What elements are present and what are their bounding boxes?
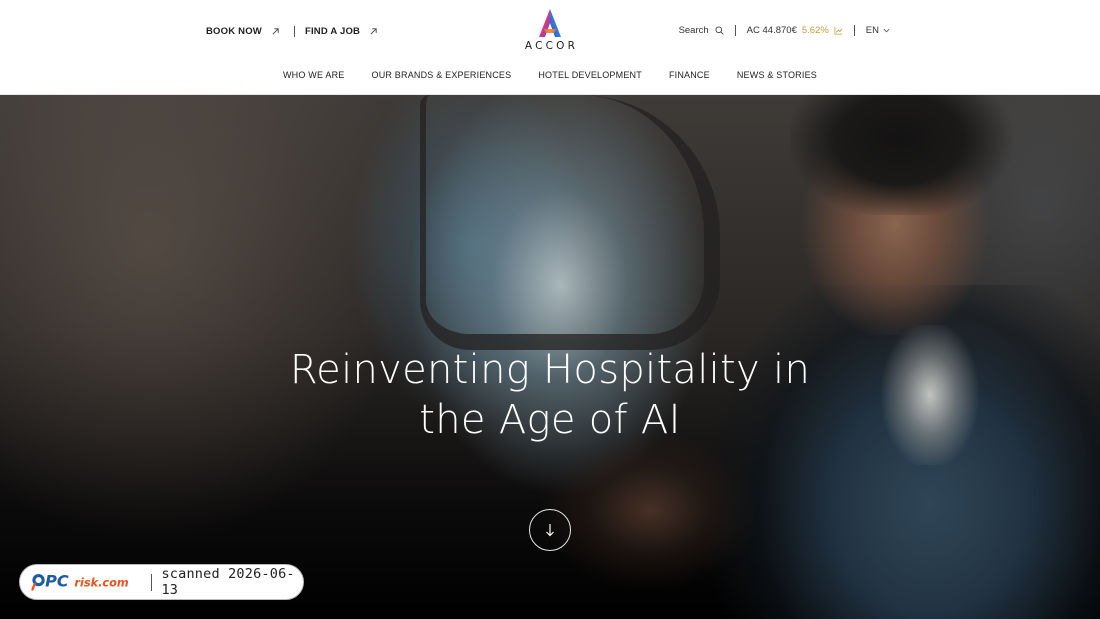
utility-links-right: Search AC 44.870€ 5.62% EN — [679, 25, 890, 36]
find-a-job-label: FIND A JOB — [304, 26, 361, 37]
search-button[interactable]: Search — [679, 25, 724, 36]
book-now-link[interactable]: BOOK NOW — [206, 26, 280, 37]
stock-change: 5.62% — [801, 25, 829, 36]
logo-wordmark: ACCOR — [524, 40, 579, 52]
hero-section: Reinventing Hospitality in the Age of AI — [0, 95, 1100, 619]
nav-item-who-we-are[interactable]: WHO WE ARE — [283, 70, 345, 84]
find-a-job-link[interactable]: FIND A JOB — [305, 26, 378, 37]
utility-links-left: BOOK NOW FIND A JOB — [206, 26, 378, 37]
hero-title: Reinventing Hospitality in the Age of AI — [0, 345, 1100, 445]
chevron-down-icon — [883, 28, 890, 33]
divider — [150, 573, 152, 591]
stock-price: AC 44.870€ — [746, 25, 797, 36]
nav-item-news-stories[interactable]: NEWS & STORIES — [737, 70, 817, 84]
hero-title-line-1: Reinventing Hospitality in — [289, 347, 811, 393]
svg-text:PC: PC — [45, 572, 69, 591]
chart-icon — [834, 26, 843, 35]
language-selector[interactable]: EN — [866, 25, 890, 36]
site-header: BOOK NOW FIND A JOB ACCOR Search AC 44.8… — [0, 0, 1100, 95]
divider — [734, 25, 736, 36]
accor-logo[interactable]: ACCOR — [520, 8, 580, 56]
nav-item-finance[interactable]: FINANCE — [669, 70, 710, 84]
nav-item-brands-experiences[interactable]: OUR BRANDS & EXPERIENCES — [372, 70, 512, 84]
scanned-date: scanned 2026-06-13 — [161, 566, 295, 598]
watermark-badge: PC risk.com scanned 2026-06-13 — [19, 564, 304, 600]
nav-item-hotel-development[interactable]: HOTEL DEVELOPMENT — [538, 70, 642, 84]
accor-logo-mark — [539, 9, 561, 37]
hero-title-line-2: the Age of AI — [419, 397, 681, 443]
divider — [853, 25, 855, 36]
main-nav: WHO WE ARE OUR BRANDS & EXPERIENCES HOTE… — [0, 70, 1100, 84]
arrow-up-right-icon — [272, 28, 279, 35]
search-label: Search — [678, 25, 709, 36]
arrow-down-icon — [546, 524, 554, 537]
arrow-up-right-icon — [370, 28, 377, 35]
scroll-down-button[interactable] — [529, 509, 571, 551]
person-hands-phone — [540, 425, 760, 595]
car-window — [420, 95, 720, 350]
divider — [293, 26, 295, 37]
search-icon — [715, 26, 724, 35]
svg-text:risk.com: risk.com — [74, 576, 128, 590]
stock-ticker[interactable]: AC 44.870€ 5.62% — [747, 25, 843, 36]
person-hair — [790, 95, 1015, 215]
pcrisk-logo: PC risk.com — [31, 572, 129, 591]
book-now-label: BOOK NOW — [206, 26, 262, 37]
language-label: EN — [865, 25, 879, 36]
